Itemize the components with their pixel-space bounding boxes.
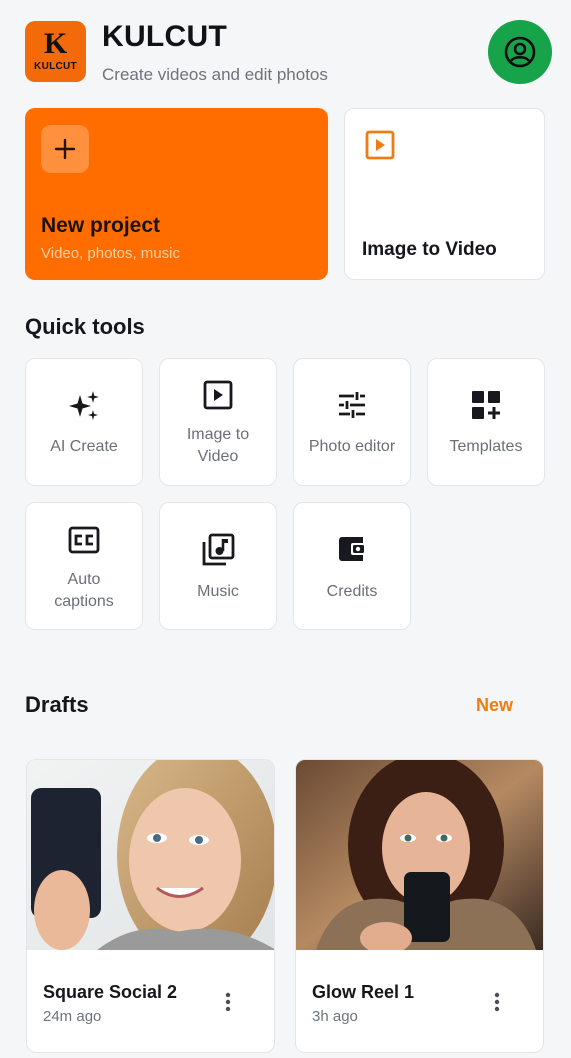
tool-ai-create[interactable]: AI Create — [25, 358, 143, 486]
tool-label: Templates — [449, 438, 523, 455]
draft-time: 24m ago — [43, 1008, 102, 1025]
sparkles-icon — [69, 391, 99, 420]
draft-title: Glow Reel 1 — [312, 982, 415, 1002]
new-project-card[interactable]: New project Video, photos, music — [25, 108, 328, 280]
tool-auto-captions[interactable]: Auto captions — [25, 502, 143, 630]
quick-tools-title: Quick tools — [25, 314, 145, 339]
tool-label: Photo editor — [308, 438, 396, 455]
user-circle-icon — [504, 36, 536, 68]
draft-title: Square Social 2 — [43, 982, 178, 1002]
tool-credits[interactable]: Credits — [293, 502, 411, 630]
new-project-title: New project — [41, 214, 161, 237]
app-subtitle: Create videos and edit photos — [102, 65, 328, 84]
tool-label: Credits — [326, 583, 378, 600]
more-options-icon[interactable] — [487, 992, 507, 1016]
draft-time: 3h ago — [312, 1008, 358, 1025]
play-square-icon — [203, 380, 233, 410]
more-options-icon[interactable] — [218, 992, 238, 1016]
draft-card[interactable]: Glow Reel 1 3h ago — [295, 759, 544, 1053]
tool-photo-editor[interactable]: Photo editor — [293, 358, 411, 486]
tool-label: Auto captions — [54, 571, 114, 610]
app-logo: K KULCUT — [25, 21, 86, 82]
tool-label: Music — [197, 583, 239, 600]
draft-thumbnail — [296, 760, 543, 950]
drafts-title: Drafts — [25, 692, 89, 717]
sliders-icon — [339, 392, 365, 418]
image-to-video-title: Image to Video — [362, 239, 497, 260]
logo-wordmark: KULCUT — [34, 61, 77, 72]
image-to-video-card[interactable]: Image to Video — [344, 108, 545, 280]
app-header: K KULCUT KULCUT Create videos and edit p… — [25, 20, 552, 84]
draft-thumbnail — [27, 760, 274, 950]
drafts-new-link[interactable]: New — [476, 695, 513, 716]
closed-captions-icon — [68, 526, 100, 554]
plus-icon — [41, 125, 89, 173]
profile-button[interactable] — [488, 20, 552, 84]
tool-label: Image to Video — [186, 426, 250, 465]
tool-music[interactable]: Music — [159, 502, 277, 630]
music-library-icon — [202, 533, 235, 566]
logo-letter: K — [43, 27, 68, 60]
play-square-icon — [365, 130, 395, 160]
grid-plus-icon — [472, 391, 500, 419]
tool-image-to-video[interactable]: Image to Video — [159, 358, 277, 486]
tool-templates[interactable]: Templates — [427, 358, 545, 486]
new-project-subtitle: Video, photos, music — [41, 245, 180, 262]
wallet-icon — [339, 537, 366, 561]
app-title: KULCUT — [102, 20, 228, 53]
draft-card[interactable]: Square Social 2 24m ago — [26, 759, 275, 1053]
tool-label: AI Create — [50, 438, 118, 455]
